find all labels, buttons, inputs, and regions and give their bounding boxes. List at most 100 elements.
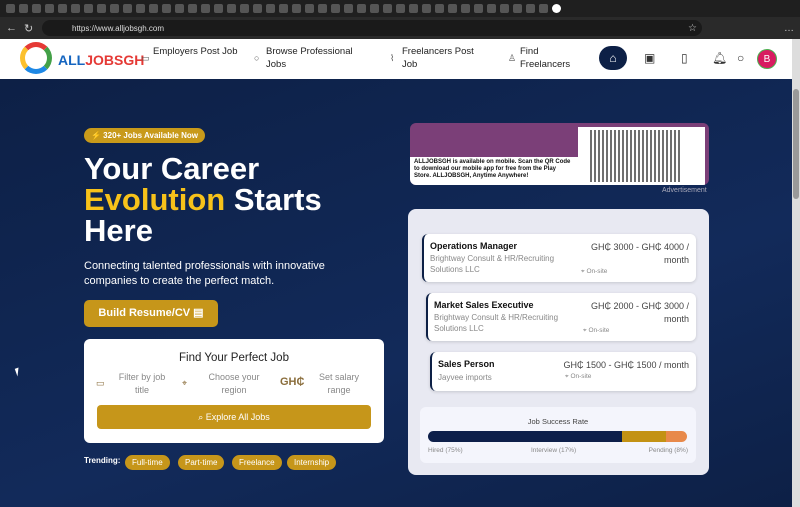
tab[interactable]: [240, 4, 249, 13]
tab[interactable]: [123, 4, 132, 13]
menu-icon[interactable]: …: [784, 23, 794, 34]
tab[interactable]: [448, 4, 457, 13]
tab[interactable]: [474, 4, 483, 13]
location-icon: ⌖: [182, 378, 188, 388]
tab[interactable]: [513, 4, 522, 13]
tab[interactable]: [266, 4, 275, 13]
job-title: Operations Manager: [430, 241, 518, 251]
currency-label: GH₵: [280, 376, 305, 388]
job-location: ⌖ On-site: [581, 268, 608, 275]
tab[interactable]: [370, 4, 379, 13]
book-icon[interactable]: ▯: [681, 51, 688, 65]
hero-section: ⚡ 320+ Jobs Available Now Your Career Evo…: [0, 79, 792, 507]
tab[interactable]: [188, 4, 197, 13]
success-segment-1: [622, 431, 667, 442]
tab[interactable]: [71, 4, 80, 13]
tab[interactable]: [344, 4, 353, 13]
trending-chip[interactable]: Freelance: [232, 455, 282, 470]
job-title: Sales Person: [438, 359, 495, 369]
chat-icon[interactable]: ○: [737, 51, 744, 65]
tab[interactable]: [6, 4, 15, 13]
logo[interactable]: [20, 42, 52, 74]
tab[interactable]: [435, 4, 444, 13]
success-segment-0: [428, 431, 623, 442]
tab[interactable]: [409, 4, 418, 13]
tab[interactable]: [357, 4, 366, 13]
job-salary: GH₵ 2000 - GH₵ 3000 / month: [590, 301, 689, 324]
success-rate-bar: [428, 431, 687, 442]
tab[interactable]: [539, 4, 548, 13]
scrollbar-thumb[interactable]: [793, 89, 799, 199]
nav-employers-post-job[interactable]: ▭ Employers Post Job: [141, 45, 248, 63]
tab[interactable]: [162, 4, 171, 13]
url-input[interactable]: https://www.alljobsgh.com: [42, 20, 702, 36]
pending-label: Pending (8%): [648, 447, 688, 454]
tab[interactable]: [97, 4, 106, 13]
tab[interactable]: [136, 4, 145, 13]
find-job-card: Find Your Perfect Job ▭ Filter by job ti…: [84, 339, 384, 443]
tab[interactable]: [461, 4, 470, 13]
briefcase-icon: ▭: [141, 53, 150, 63]
back-icon[interactable]: ←: [6, 22, 17, 34]
brand-name[interactable]: ALLJOBSGH: [58, 52, 144, 68]
avatar[interactable]: B: [757, 49, 777, 69]
tab[interactable]: [318, 4, 327, 13]
find-job-title: Find Your Perfect Job: [179, 352, 289, 364]
tab[interactable]: [253, 4, 262, 13]
tab[interactable]: [279, 4, 288, 13]
id-badge-icon[interactable]: ▣: [644, 51, 655, 65]
mouse-cursor: [14, 367, 22, 377]
tab[interactable]: [84, 4, 93, 13]
tab[interactable]: [383, 4, 392, 13]
success-segment-2: [666, 431, 687, 442]
tab[interactable]: [500, 4, 509, 13]
user-icon: ♙: [508, 53, 517, 63]
tab[interactable]: [110, 4, 119, 13]
tab[interactable]: [396, 4, 405, 13]
browser-tab-strip[interactable]: [0, 0, 800, 17]
tab[interactable]: [422, 4, 431, 13]
nav-browse-jobs[interactable]: ○ Browse Professional Jobs: [254, 45, 366, 71]
scrollbar[interactable]: [792, 39, 800, 507]
tab[interactable]: [214, 4, 223, 13]
trending-chip[interactable]: Part-time: [178, 455, 225, 470]
tab[interactable]: [58, 4, 67, 13]
tab[interactable]: [526, 4, 535, 13]
ad-label: Advertisement: [662, 187, 707, 194]
tab[interactable]: [45, 4, 54, 13]
filter-salary[interactable]: Set salary range: [314, 371, 364, 397]
build-resume-button[interactable]: Build Resume/CV ▤: [84, 300, 218, 327]
filter-job-title[interactable]: Filter by job title: [114, 371, 170, 397]
job-success-rate: Job Success Rate Hired (75%) Interview (…: [420, 407, 696, 463]
explore-all-jobs-button[interactable]: ⌕ Explore All Jobs: [97, 405, 371, 429]
trending-chip[interactable]: Internship: [287, 455, 337, 470]
bell-icon[interactable]: 🔔︎: [712, 51, 727, 65]
tab[interactable]: [305, 4, 314, 13]
tab[interactable]: [487, 4, 496, 13]
active-tab[interactable]: [552, 4, 561, 13]
tab[interactable]: [227, 4, 236, 13]
tab[interactable]: [19, 4, 28, 13]
trending-label: Trending:: [84, 456, 121, 465]
filter-region[interactable]: Choose your region: [202, 371, 266, 397]
tab[interactable]: [149, 4, 158, 13]
nav-freelancers-post-job[interactable]: ⌇ Freelancers Post Job: [390, 45, 487, 71]
star-icon[interactable]: ☆: [688, 23, 697, 34]
tab[interactable]: [175, 4, 184, 13]
job-card[interactable]: Sales Person Jayvee imports GH₵ 1500 - G…: [430, 352, 696, 391]
nav-find-freelancers[interactable]: ♙ Find Freelancers: [508, 45, 590, 71]
document-icon: ▤: [193, 307, 204, 319]
reload-icon[interactable]: ↻: [24, 22, 33, 35]
tab[interactable]: [32, 4, 41, 13]
trending-chip[interactable]: Full-time: [125, 455, 170, 470]
advertisement-banner[interactable]: ALLJOBSGH is available on mobile. Scan t…: [410, 123, 709, 185]
job-card[interactable]: Market Sales Executive Brightway Consult…: [426, 293, 696, 341]
job-location: ⌖ On-site: [583, 327, 610, 334]
hero-title: Your Career Evolution Starts Here: [84, 151, 322, 248]
tab[interactable]: [331, 4, 340, 13]
site-header: ALLJOBSGH ▭ Employers Post Job ○ Browse Pr…: [0, 39, 792, 79]
job-card[interactable]: Operations Manager Brightway Consult & H…: [422, 234, 696, 282]
tab[interactable]: [201, 4, 210, 13]
tab[interactable]: [292, 4, 301, 13]
home-button[interactable]: ⌂: [599, 46, 627, 70]
